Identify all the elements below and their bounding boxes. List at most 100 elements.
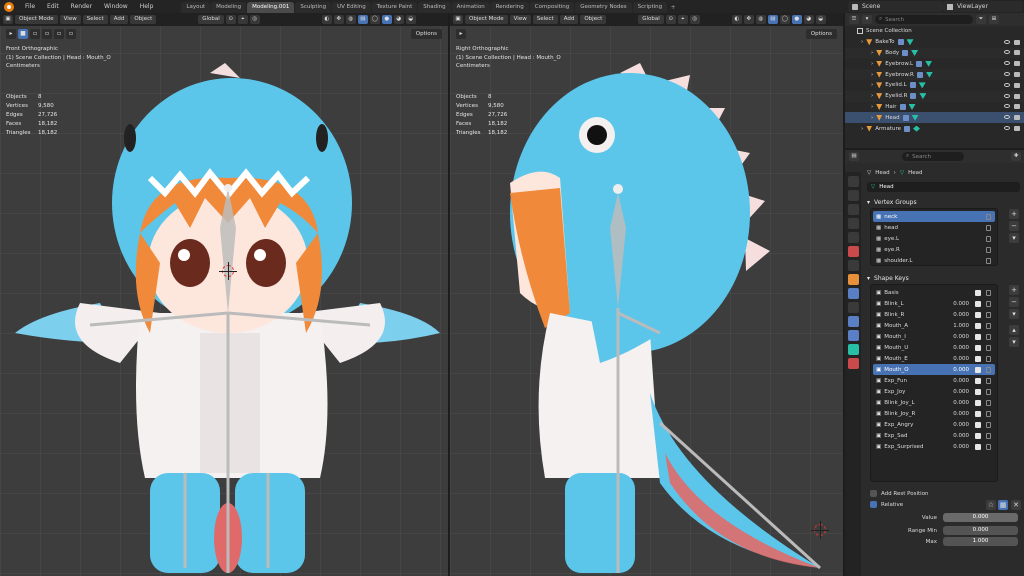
max-field[interactable]: 1.000 xyxy=(943,537,1018,546)
proportional-icon[interactable]: ◎ xyxy=(689,15,700,24)
new-collection-icon[interactable]: ⊞ xyxy=(989,15,999,24)
lock-icon[interactable] xyxy=(986,443,991,450)
shape-key-mute-checkbox[interactable] xyxy=(975,432,981,439)
viewport-front[interactable]: ▣ Object Mode View Select Add Object Glo… xyxy=(0,13,450,576)
shape-key-mute-checkbox[interactable] xyxy=(975,333,981,340)
lock-icon[interactable] xyxy=(986,224,991,231)
menu-render[interactable]: Render xyxy=(65,0,98,13)
vertex-group-item[interactable]: ▦ eye.L xyxy=(873,233,995,244)
remove-shape-key-button[interactable]: − xyxy=(1009,297,1019,307)
shape-key-item[interactable]: ▣ Exp_Angry 0.000 xyxy=(873,419,995,430)
shape-key-value[interactable]: 0.000 xyxy=(953,389,969,395)
blender-logo-icon[interactable] xyxy=(4,1,14,12)
menu-window[interactable]: Window xyxy=(98,0,134,13)
tab-uv-editing[interactable]: UV Editing xyxy=(332,2,371,13)
visibility-icon[interactable]: ◐ xyxy=(731,15,742,24)
shape-key-mute-checkbox[interactable] xyxy=(975,355,981,362)
outliner-item[interactable]: › Head xyxy=(845,112,1024,124)
chevron-right-icon[interactable]: › xyxy=(871,50,873,56)
shape-key-item[interactable]: ▣ Blink_L 0.000 xyxy=(873,298,995,309)
lock-icon[interactable] xyxy=(986,410,991,417)
move-down-button[interactable]: ▾ xyxy=(1009,337,1019,347)
lock-icon[interactable] xyxy=(986,377,991,384)
outliner-item[interactable]: › Armature xyxy=(845,123,1024,134)
shape-keys-header[interactable]: ▾ Shape Keys xyxy=(863,272,1024,284)
shading-rendered-icon[interactable]: ◒ xyxy=(815,15,826,24)
world-tab-icon[interactable] xyxy=(847,246,859,257)
snap-icon[interactable]: ⌖ xyxy=(237,15,248,24)
menu-file[interactable]: File xyxy=(19,0,41,13)
chevron-right-icon[interactable]: › xyxy=(861,39,863,45)
shading-material-icon[interactable]: ◕ xyxy=(393,15,404,24)
lock-icon[interactable] xyxy=(986,289,991,296)
camera-icon[interactable] xyxy=(1014,82,1020,88)
add-workspace-button[interactable]: + xyxy=(668,2,678,13)
select-box-icon[interactable]: ■ xyxy=(18,29,28,39)
add-shape-key-button[interactable]: + xyxy=(1009,285,1019,295)
outliner-item[interactable]: › Eyebrow.L xyxy=(845,58,1024,69)
chevron-right-icon[interactable]: › xyxy=(871,93,873,99)
shading-solid-icon[interactable]: ● xyxy=(381,15,392,24)
shape-key-item[interactable]: ▣ Mouth_I 0.000 xyxy=(873,331,995,342)
camera-icon[interactable] xyxy=(1014,72,1020,78)
eye-icon[interactable] xyxy=(1004,50,1010,55)
value-field[interactable]: 0.000 xyxy=(943,513,1018,522)
vertex-groups-list[interactable]: ▦ neck ▦ head ▦ eye.L ▦ eye.R ▦ shoulder.L + − ▾ xyxy=(870,208,1019,266)
tab-shading[interactable]: Shading xyxy=(418,2,451,13)
viewport-right[interactable]: ▣ Object Mode View Select Add Object Glo… xyxy=(450,13,845,576)
tab-layout[interactable]: Layout xyxy=(181,2,211,13)
camera-icon[interactable] xyxy=(1014,61,1020,67)
options-button[interactable]: Options xyxy=(805,29,837,39)
shape-key-value[interactable]: 1.000 xyxy=(953,323,969,329)
lock-icon[interactable] xyxy=(986,300,991,307)
shape-key-value[interactable]: 0.000 xyxy=(953,444,969,450)
tab-sculpting[interactable]: Sculpting xyxy=(295,2,332,13)
options-button[interactable]: Options xyxy=(410,29,442,39)
shape-key-mute-checkbox[interactable] xyxy=(975,311,981,318)
camera-icon[interactable] xyxy=(1014,104,1020,110)
camera-icon[interactable] xyxy=(1014,126,1020,132)
shape-key-item[interactable]: ▣ Blink_Joy_L 0.000 xyxy=(873,397,995,408)
select-extend-icon[interactable]: ▫ xyxy=(30,29,40,39)
3d-cursor-icon[interactable] xyxy=(219,262,237,280)
shape-key-specials-button[interactable]: ▾ xyxy=(1009,309,1019,319)
vertex-group-item[interactable]: ▦ neck xyxy=(873,211,995,222)
lock-icon[interactable] xyxy=(986,257,991,264)
outliner-root[interactable]: Scene Collection xyxy=(845,26,1024,37)
xray-icon[interactable]: ▤ xyxy=(767,15,778,24)
shape-key-item[interactable]: ▣ Mouth_U 0.000 xyxy=(873,342,995,353)
remove-vertex-group-button[interactable]: − xyxy=(1009,221,1019,231)
pivot-icon[interactable]: ⊙ xyxy=(225,15,236,24)
shading-solid-icon[interactable]: ● xyxy=(791,15,802,24)
edit-mode-shape-icon[interactable]: ▦ xyxy=(998,499,1008,510)
eye-icon[interactable] xyxy=(1004,115,1010,120)
lock-icon[interactable] xyxy=(986,322,991,329)
outliner-item[interactable]: › Body xyxy=(845,47,1024,59)
outliner-item[interactable]: › Eyelid.L xyxy=(845,80,1024,91)
scene-selector[interactable]: Scene xyxy=(848,1,943,12)
shape-key-value[interactable]: 0.000 xyxy=(953,400,969,406)
select-tool-icon[interactable]: ▸ xyxy=(456,29,466,39)
editor-type-icon[interactable]: ▣ xyxy=(3,15,13,24)
outliner-search-input[interactable]: ⌕ Search xyxy=(875,15,973,24)
eye-icon[interactable] xyxy=(1004,39,1010,44)
shape-key-mute-checkbox[interactable] xyxy=(975,344,981,351)
chevron-right-icon[interactable]: › xyxy=(871,115,873,121)
eye-icon[interactable] xyxy=(1004,126,1010,131)
shape-key-item[interactable]: ▣ Exp_Surprised 0.000 xyxy=(873,441,995,452)
shape-keys-list[interactable]: ▣ Basis ▣ Blink_L 0.000 ▣ Blink_R 0.000 ▣ Mouth_A… xyxy=(870,284,1019,482)
camera-icon[interactable] xyxy=(1014,50,1020,56)
physics-tab-icon[interactable] xyxy=(847,316,859,327)
tab-compositing[interactable]: Compositing xyxy=(529,2,575,13)
shape-key-mute-checkbox[interactable] xyxy=(975,322,981,329)
move-up-button[interactable]: ▴ xyxy=(1009,325,1019,335)
menu-help[interactable]: Help xyxy=(134,0,160,13)
shape-key-value[interactable]: 0.000 xyxy=(953,312,969,318)
display-mode-icon[interactable]: ▾ xyxy=(862,15,872,24)
modifier-tab-icon[interactable] xyxy=(847,288,859,299)
overlays-icon[interactable]: ◍ xyxy=(755,15,766,24)
select-invert-icon[interactable]: ▫ xyxy=(54,29,64,39)
shading-wire-icon[interactable]: ◯ xyxy=(779,15,790,24)
shape-key-value[interactable]: 0.000 xyxy=(953,378,969,384)
mode-dropdown[interactable]: Object Mode xyxy=(15,15,58,24)
